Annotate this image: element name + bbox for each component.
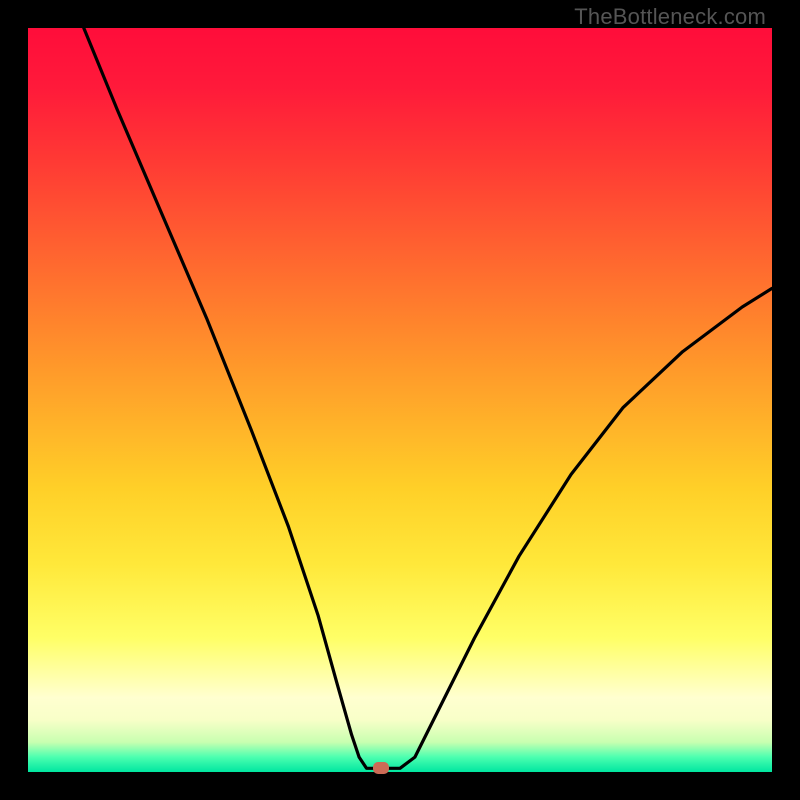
min-marker bbox=[373, 762, 389, 774]
chart-plot-area bbox=[28, 28, 772, 772]
watermark-text: TheBottleneck.com bbox=[574, 4, 766, 30]
chart-curve-path bbox=[84, 28, 772, 768]
chart-curve-svg bbox=[28, 28, 772, 772]
chart-frame: TheBottleneck.com bbox=[0, 0, 800, 800]
